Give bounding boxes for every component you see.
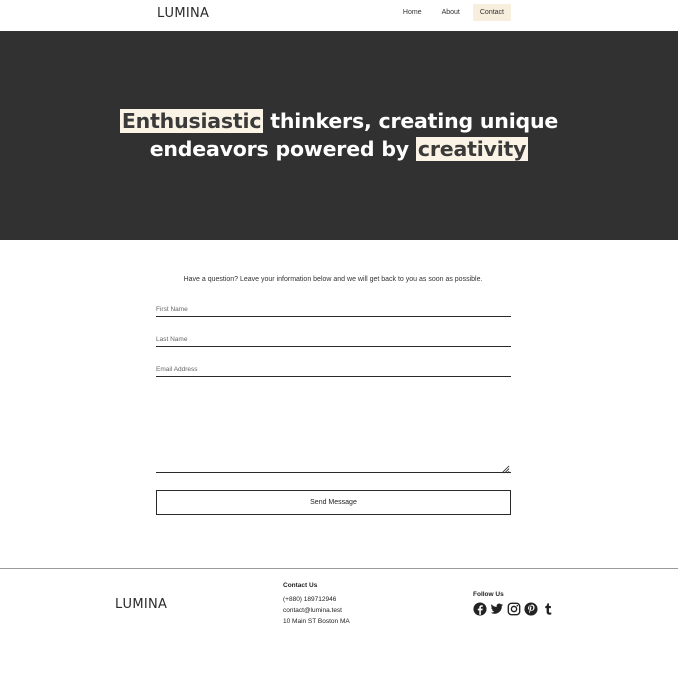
footer-divider [0,568,678,569]
resize-handle-icon[interactable] [501,461,510,474]
first-name-field [156,298,511,317]
email-field [156,358,511,377]
contact-address: 10 Main ST Boston MA [283,618,350,625]
footer-logo-text: UMINA [122,597,168,612]
message-field [156,380,511,474]
instagram-icon[interactable] [507,602,521,616]
send-message-button[interactable]: Send Message [156,490,511,515]
follow-heading: Follow Us [473,591,504,598]
footer-follow: Follow Us [473,591,555,616]
hero-line1-rest: thinkers, creating unique [263,109,559,133]
header-logo[interactable]: LUMINA [155,6,210,21]
hero-highlight-2: creativity [415,137,529,161]
contact-phone: (+880) 189712946 [283,596,337,603]
hero-highlight-1: Enthusiastic [119,109,264,133]
logo-mark: L [155,6,165,21]
form-intro: Have a question? Leave your information … [183,276,483,283]
footer-logo[interactable]: LUMINA [113,597,168,612]
pinterest-icon[interactable] [524,602,538,616]
twitter-icon[interactable] [490,602,504,616]
nav-home[interactable]: Home [396,4,429,21]
footer-contact: Contact Us (+880) 189712946 contact@lumi… [283,582,350,627]
logo-text: UMINA [164,6,210,21]
footer-logo-mark: L [113,597,123,612]
main-nav: Home About Contact [396,4,511,21]
hero-title: Enthusiastic thinkers, creating unique e… [0,107,678,163]
hero-banner: Enthusiastic thinkers, creating unique e… [0,31,678,240]
site-header: LUMINA Home About Contact [0,0,678,31]
first-name-input[interactable] [156,306,511,313]
message-textarea[interactable] [156,380,511,470]
tumblr-icon[interactable] [541,602,555,616]
social-links [473,602,555,616]
last-name-input[interactable] [156,336,511,343]
email-input[interactable] [156,366,511,373]
hero-line2-lead: endeavors powered by [149,137,416,161]
last-name-field [156,328,511,347]
contact-heading: Contact Us [283,582,318,589]
facebook-icon[interactable] [473,602,487,616]
contact-email[interactable]: contact@lumina.test [283,605,350,616]
nav-about[interactable]: About [435,4,467,21]
nav-contact[interactable]: Contact [472,4,511,21]
